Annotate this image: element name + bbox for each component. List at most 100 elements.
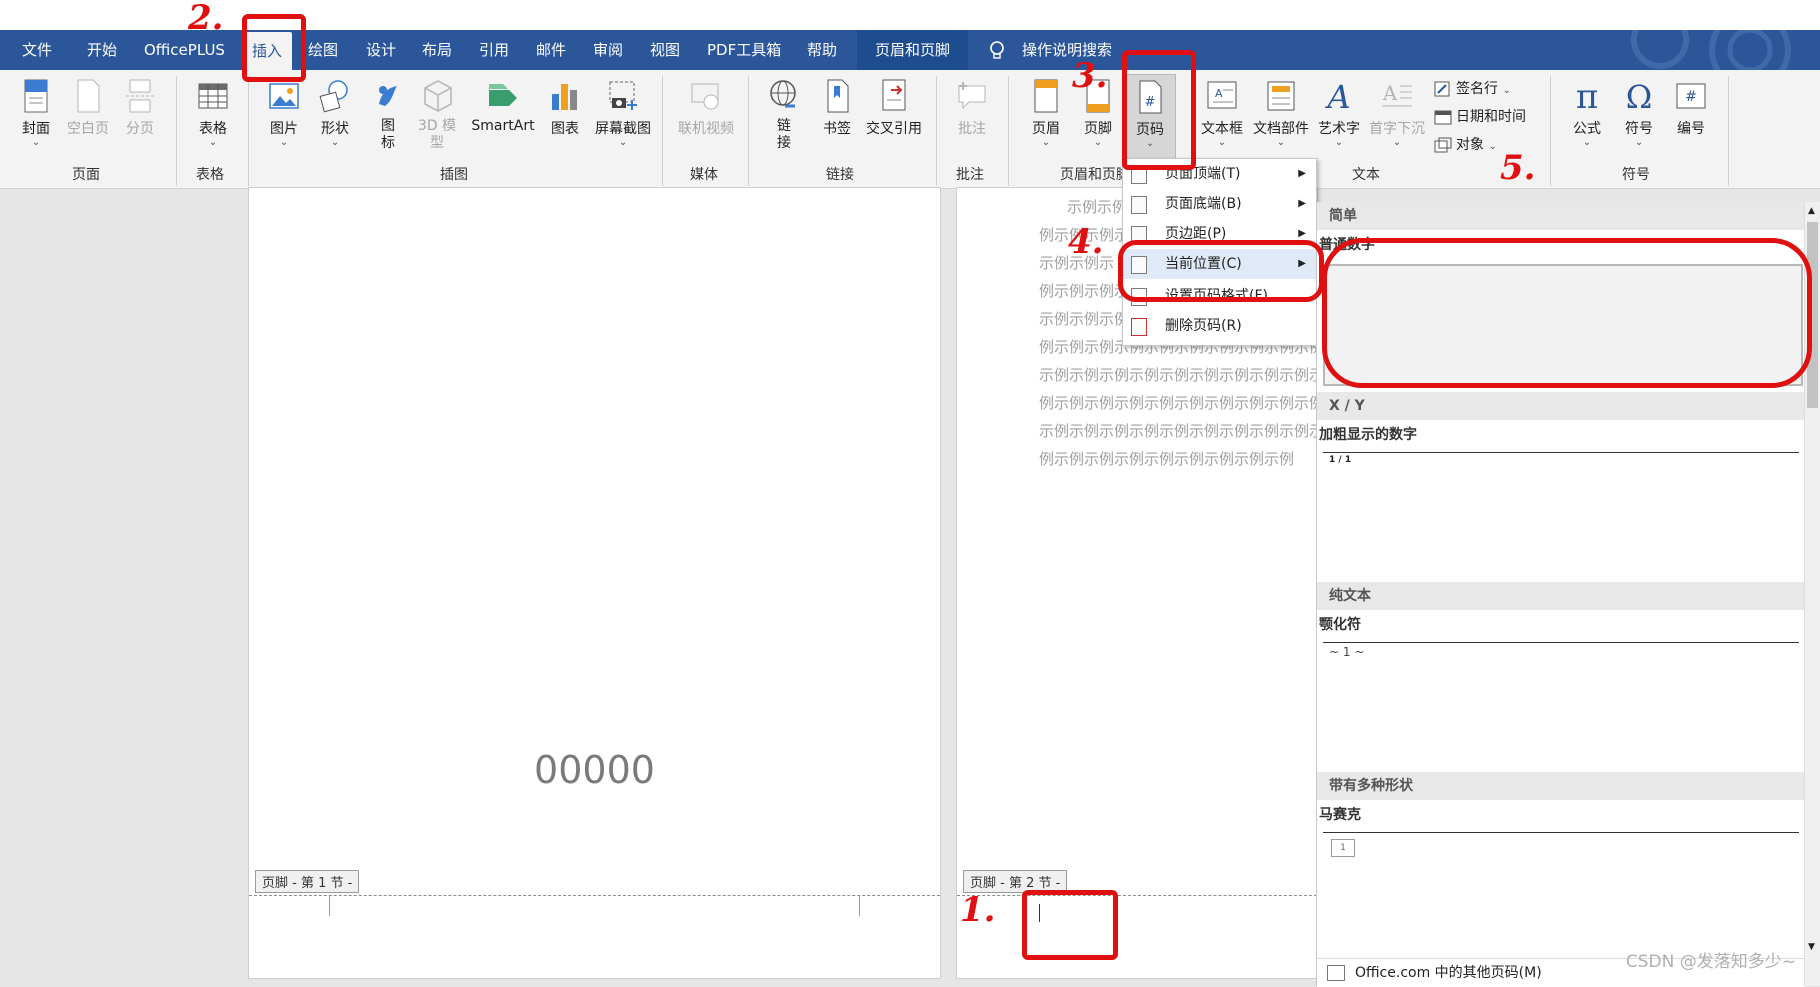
gallery-item-tilde[interactable]: ~ 1 ~ [1323,642,1799,771]
sample-text-line: 示例示例示例 [1039,310,1130,328]
scroll-down-icon[interactable]: ▼ [1808,942,1815,952]
menu-item-remove-page-numbers[interactable]: 删除页码(R) [1123,311,1316,341]
menu-item-bottom-of-page[interactable]: 页面底端(B) ▶ [1123,189,1316,219]
tell-me-icon[interactable] [988,30,1006,70]
svg-text:A: A [1382,81,1398,105]
object-button[interactable]: 对象 ⌄ [1434,134,1497,154]
svg-text:Ω: Ω [1626,78,1653,114]
gallery-item-bold-numbers[interactable]: 1 / 1 [1323,452,1799,581]
number-button[interactable]: # 编号 [1670,78,1712,138]
tab-home[interactable]: 开始 [87,30,117,70]
tab-header-footer[interactable]: 页眉和页脚 [857,30,969,70]
tab-draw[interactable]: 绘图 [308,30,338,70]
drop-cap-button[interactable]: A 首字下沉 ⌄ [1366,78,1428,148]
wordart-button[interactable]: A 艺术字 ⌄ [1316,78,1362,148]
cross-reference-icon [882,79,906,111]
more-page-numbers-label: Office.com 中的其他页码(M) [1355,965,1542,981]
omega-icon: Ω [1626,78,1653,114]
annotation-box-current-position [1118,240,1324,302]
page-break-button[interactable]: 分页 [120,78,160,138]
footer-label: 页脚 [1084,121,1112,137]
group-separator [748,76,749,186]
smartart-button[interactable]: SmartArt [468,78,538,134]
smartart-icon [489,84,517,106]
bookmark-label: 书签 [823,121,851,137]
textbox-button[interactable]: A 文本框 ⌄ [1198,78,1246,148]
3d-model-button[interactable]: 3D 模型 [415,78,461,152]
object-label: 对象 [1456,137,1484,153]
table-group-label: 表格 [196,167,224,183]
tab-references[interactable]: 引用 [479,30,509,70]
3d-model-label: 3D 模型 [417,118,457,151]
gallery-item-name: 马赛克 [1319,807,1361,823]
submenu-arrow-icon: ▶ [1298,198,1306,209]
comment-icon [958,82,986,110]
tab-mailings[interactable]: 邮件 [536,30,566,70]
link-button[interactable]: 链接 [764,78,804,152]
footer-boundary [957,895,1317,896]
footer-boundary [249,895,940,896]
header-footer-group-label: 页眉和页脚 [1060,167,1130,183]
signature-line-button[interactable]: 签名行 ⌄ [1434,78,1511,98]
screenshot-label: 屏幕截图 [595,121,651,137]
chart-button[interactable]: 图表 [545,78,585,138]
comment-button[interactable]: 批注 [952,78,992,138]
page-number-text: 00000 [534,748,655,792]
object-icon [1434,137,1452,153]
comment-label: 批注 [958,121,986,137]
online-video-button[interactable]: 联机视频 [676,78,736,138]
cover-label: 封面 [22,121,50,137]
bookmark-button[interactable]: 书签 [817,78,857,138]
sample-text-line: 例示例示例示例示例示例示例示例示例 [1039,450,1295,468]
date-time-label: 日期和时间 [1456,109,1526,125]
group-separator [248,76,249,186]
preview-text: 1 / 1 [1329,455,1352,465]
tab-pdf-toolbox[interactable]: PDF工具箱 [707,30,781,70]
blank-page-button[interactable]: 空白页 [64,78,112,138]
group-separator [176,76,177,186]
scroll-up-icon[interactable]: ▲ [1808,206,1815,216]
tab-design[interactable]: 设计 [366,30,396,70]
quick-parts-icon [1267,81,1295,111]
gallery-item-mosaic[interactable]: 1 [1323,832,1799,955]
shapes-button[interactable]: 形状 ⌄ [315,78,355,148]
header-button[interactable]: 页眉 ⌄ [1026,78,1066,148]
ribbon: 封面 ⌄ 空白页 分页 页面 表格 ⌄ 表格 图片 ⌄ 形状 ⌄ 图标 3D 模型 Sm… [0,70,1820,189]
cross-reference-button[interactable]: 交叉引用 [862,78,926,138]
picture-button[interactable]: 图片 ⌄ [264,78,304,148]
drop-cap-icon: A [1382,81,1412,107]
icons-button[interactable]: 图标 [368,78,408,152]
office-icon [1327,965,1345,981]
tab-help[interactable]: 帮助 [807,30,837,70]
gallery-section-header: 带有多种形状 [1317,772,1805,800]
tab-layout[interactable]: 布局 [422,30,452,70]
margin-marker [859,896,860,916]
annotation-step-1: 1. [960,890,996,930]
document-page-1[interactable]: 00000 页脚 - 第 1 节 - [249,188,940,978]
equation-button[interactable]: π 公式 ⌄ [1566,78,1608,148]
annotation-box-page-number [1122,50,1196,170]
pi-icon: π [1576,78,1598,114]
decorative-pattern [1631,30,1791,70]
tab-review[interactable]: 审阅 [593,30,623,70]
menu-item-label: 页面底端(B) [1165,196,1242,212]
table-button[interactable]: 表格 ⌄ [193,78,233,148]
group-separator [1008,76,1009,186]
symbol-button[interactable]: Ω 符号 ⌄ [1618,78,1660,148]
footer-section-1-tag: 页脚 - 第 1 节 - [255,870,360,893]
sample-text-line: 示例示例 [1067,198,1128,216]
svg-text:A: A [1215,87,1223,100]
cover-button[interactable]: 封面 ⌄ [16,78,56,148]
number-icon: # [1676,83,1706,109]
header-icon [1034,79,1058,113]
date-time-button[interactable]: 日期和时间 [1434,106,1526,126]
tab-file[interactable]: 文件 [22,30,52,70]
number-label: 编号 [1677,121,1705,137]
online-video-icon [691,83,719,110]
table-icon [198,83,228,109]
quick-parts-button[interactable]: 文档部件 ⌄ [1250,78,1312,148]
annotation-step-2: 2. [188,0,224,38]
sample-text-line: 例示例示例示例示例示例示例示例示例示例示例 [1039,394,1355,412]
tab-view[interactable]: 视图 [650,30,680,70]
screenshot-button[interactable]: 屏幕截图 ⌄ [592,78,654,148]
